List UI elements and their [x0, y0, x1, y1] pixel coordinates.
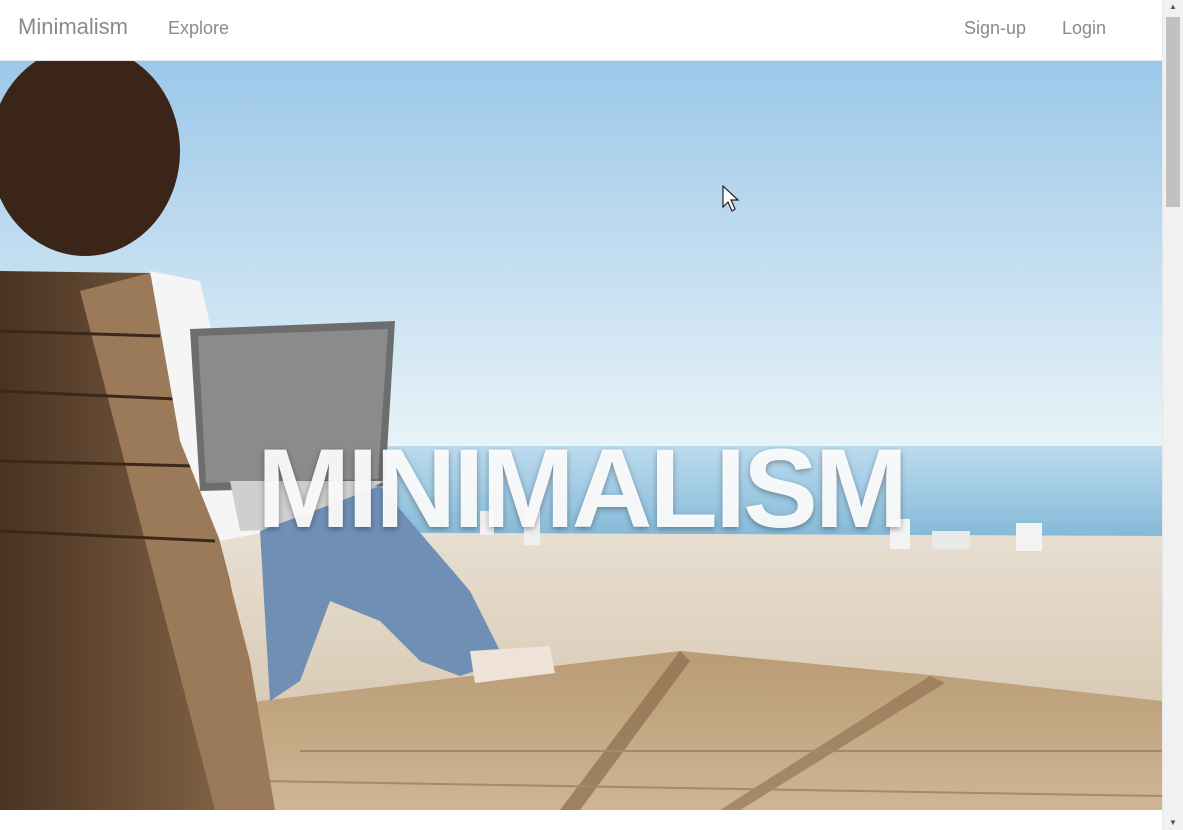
scroll-down-icon[interactable]: ▼: [1163, 816, 1183, 830]
vertical-scrollbar[interactable]: ▲ ▼: [1162, 0, 1183, 830]
mouse-cursor-icon: [722, 185, 740, 212]
nav-link-signup[interactable]: Sign-up: [964, 18, 1026, 39]
nav-link-login[interactable]: Login: [1062, 18, 1106, 39]
scroll-up-icon[interactable]: ▲: [1163, 0, 1183, 14]
nav-link-explore[interactable]: Explore: [168, 18, 229, 39]
scrollbar-thumb[interactable]: [1166, 17, 1180, 207]
hero-title: MINIMALISM: [256, 426, 908, 551]
page-below-hero: [0, 810, 1162, 830]
top-navbar: Minimalism Explore Sign-up Login: [0, 0, 1162, 61]
hero-banner: MINIMALISM: [0, 61, 1162, 810]
brand-link[interactable]: Minimalism: [18, 14, 128, 40]
